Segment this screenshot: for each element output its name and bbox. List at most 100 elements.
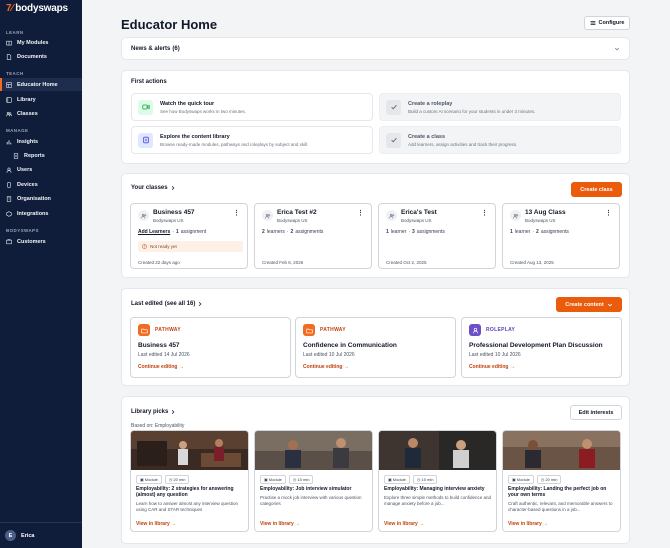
folder-icon xyxy=(303,324,315,336)
page-title: Educator Home xyxy=(121,17,218,32)
library-picks-panel: Library picks Based on: Employability Ed… xyxy=(121,396,630,544)
user-name: Erica xyxy=(21,532,35,539)
more-options-icon[interactable]: ⋮ xyxy=(481,209,488,217)
clock-icon: ◷ xyxy=(540,477,545,482)
module-tag: ▣ Module xyxy=(260,475,286,484)
section-label-teach: TEACH xyxy=(6,71,24,76)
sidebar-item-my-modules[interactable]: My Modules xyxy=(0,36,82,49)
news-alerts-panel[interactable]: News & alerts (6) xyxy=(121,37,630,60)
class-card[interactable]: Erica Test #2 Bodyswaps US ⋮ 2 learners · 2… xyxy=(254,203,372,269)
sidebar-item-educator-home[interactable]: Educator Home xyxy=(0,78,82,91)
news-alerts-header: News & alerts (6) xyxy=(131,46,180,52)
sidebar-item-documents[interactable]: Documents xyxy=(0,50,82,63)
more-options-icon[interactable]: ⋮ xyxy=(605,209,612,217)
chevron-down-icon[interactable] xyxy=(614,46,620,52)
section-label-learn: LEARN xyxy=(6,30,24,35)
section-label-manage: MANAGE xyxy=(6,128,29,133)
more-options-icon[interactable]: ⋮ xyxy=(233,209,240,217)
view-in-library-link[interactable]: View in library → xyxy=(508,521,548,527)
sidebar-item-reports[interactable]: Reports xyxy=(0,149,82,162)
device-icon xyxy=(7,181,11,188)
warning-icon xyxy=(142,244,147,249)
create-class-button[interactable]: Create class xyxy=(571,182,622,197)
users-group-icon xyxy=(6,111,12,116)
library-item-card[interactable]: ▣ Module ◷ 15 min Employability: Job interv… xyxy=(254,430,373,532)
continue-editing-link[interactable]: Continue editing → xyxy=(469,364,515,370)
clock-icon: ◷ xyxy=(292,477,297,482)
roleplay-person-icon xyxy=(469,324,481,336)
module-tag: ▣ Module xyxy=(136,475,162,484)
chevron-right-icon xyxy=(171,185,174,191)
news-count: (6) xyxy=(172,46,180,52)
continue-editing-link[interactable]: Continue editing → xyxy=(138,364,184,370)
checkmark-icon xyxy=(386,99,401,115)
edit-interests-button[interactable]: Edit interests xyxy=(570,405,622,420)
user-profile[interactable]: E Erica xyxy=(0,522,82,548)
library-item-card[interactable]: ▣ Module ◷ 20 min Employability: 2 strategi… xyxy=(130,430,249,532)
layout-icon xyxy=(6,81,12,88)
sidebar: 7⁄ bodyswaps LEARN My Modules Documents … xyxy=(0,0,82,548)
configure-button[interactable]: Configure xyxy=(584,16,630,30)
view-in-library-link[interactable]: View in library → xyxy=(384,521,424,527)
module-thumbnail xyxy=(503,431,620,470)
edited-item-card[interactable]: PATHWAY Confidence in Communication Last… xyxy=(295,317,456,378)
class-icon xyxy=(386,210,397,221)
sidebar-item-devices[interactable]: Devices xyxy=(0,178,82,191)
your-classes-heading[interactable]: Your classes xyxy=(131,185,176,191)
duration-tag: ◷ 20 min xyxy=(164,475,190,484)
chevron-right-icon xyxy=(172,409,175,415)
chevron-down-icon xyxy=(607,303,612,306)
class-icon xyxy=(510,210,521,221)
building-icon xyxy=(6,195,12,202)
user-icon xyxy=(6,167,12,173)
module-icon: ▣ xyxy=(140,477,144,482)
class-icon xyxy=(138,210,149,221)
action-create-class[interactable]: Create a class Add learners, assign activ… xyxy=(379,126,621,154)
action-create-roleplay[interactable]: Create a roleplay Build a custom AI scena… xyxy=(379,93,621,121)
customers-icon xyxy=(6,238,12,244)
sidebar-item-insights[interactable]: Insights xyxy=(0,135,82,148)
add-learners-link[interactable]: Add Learners xyxy=(138,229,170,235)
action-explore-library[interactable]: Explore the content library Browse ready-… xyxy=(131,126,373,154)
module-tag: ▣ Module xyxy=(384,475,410,484)
module-icon: ▣ xyxy=(512,477,516,482)
action-watch-tour[interactable]: Watch the quick tour See how Bodyswaps wo… xyxy=(131,93,373,121)
create-content-button[interactable]: Create content xyxy=(556,297,622,312)
sidebar-item-library[interactable]: Library xyxy=(0,93,82,106)
first-actions-heading: First actions xyxy=(131,79,167,85)
module-icon: ▣ xyxy=(388,477,392,482)
continue-editing-link[interactable]: Continue editing → xyxy=(303,364,349,370)
section-label-bodyswaps: BODYSWAPS xyxy=(6,228,39,233)
edited-item-card[interactable]: ROLEPLAY Professional Development Plan D… xyxy=(461,317,622,378)
video-icon xyxy=(138,99,153,115)
bodyswaps-logo[interactable]: 7⁄ bodyswaps xyxy=(6,3,68,14)
book-icon xyxy=(6,40,12,45)
duration-tag: ◷ 20 min xyxy=(536,475,562,484)
module-thumbnail xyxy=(131,431,248,470)
edited-item-card[interactable]: PATHWAY Business 457 Last edited 14 Jul … xyxy=(130,317,291,378)
view-in-library-link[interactable]: View in library → xyxy=(260,521,300,527)
sidebar-item-integrations[interactable]: Integrations xyxy=(0,207,82,220)
duration-tag: ◷ 15 min xyxy=(288,475,314,484)
sidebar-item-customers[interactable]: Customers xyxy=(0,235,82,248)
module-thumbnail xyxy=(255,431,372,470)
last-edited-heading[interactable]: Last edited (see all 16) xyxy=(131,301,203,307)
view-in-library-link[interactable]: View in library → xyxy=(136,521,176,527)
module-tag: ▣ Module xyxy=(508,475,534,484)
module-icon: ▣ xyxy=(264,477,268,482)
see-all-link[interactable]: (see all 16) xyxy=(165,301,196,307)
class-card[interactable]: Business 457 Bodyswaps US ⋮ Add Learners… xyxy=(130,203,248,269)
class-icon xyxy=(262,210,273,221)
library-item-card[interactable]: ▣ Module ◷ 15 min Employability: Managing i… xyxy=(378,430,497,532)
sidebar-item-organisation[interactable]: Organisation xyxy=(0,192,82,205)
sidebar-item-classes[interactable]: Classes xyxy=(0,107,82,120)
integrations-icon xyxy=(6,210,12,217)
first-actions-panel: First actions Watch the quick tour See ho… xyxy=(121,70,630,164)
sidebar-item-users[interactable]: Users xyxy=(0,163,82,176)
library-item-card[interactable]: ▣ Module ◷ 20 min Employability: Landing th… xyxy=(502,430,621,532)
library-picks-heading[interactable]: Library picks xyxy=(131,409,176,415)
logo-mark-icon: 7⁄ xyxy=(6,3,14,14)
class-card[interactable]: Erica's Test Bodyswaps US ⋮ 1 learner · 3 as… xyxy=(378,203,496,269)
class-card[interactable]: 13 Aug Class Bodyswaps US ⋮ 1 learner · 2 as… xyxy=(502,203,620,269)
more-options-icon[interactable]: ⋮ xyxy=(357,209,364,217)
